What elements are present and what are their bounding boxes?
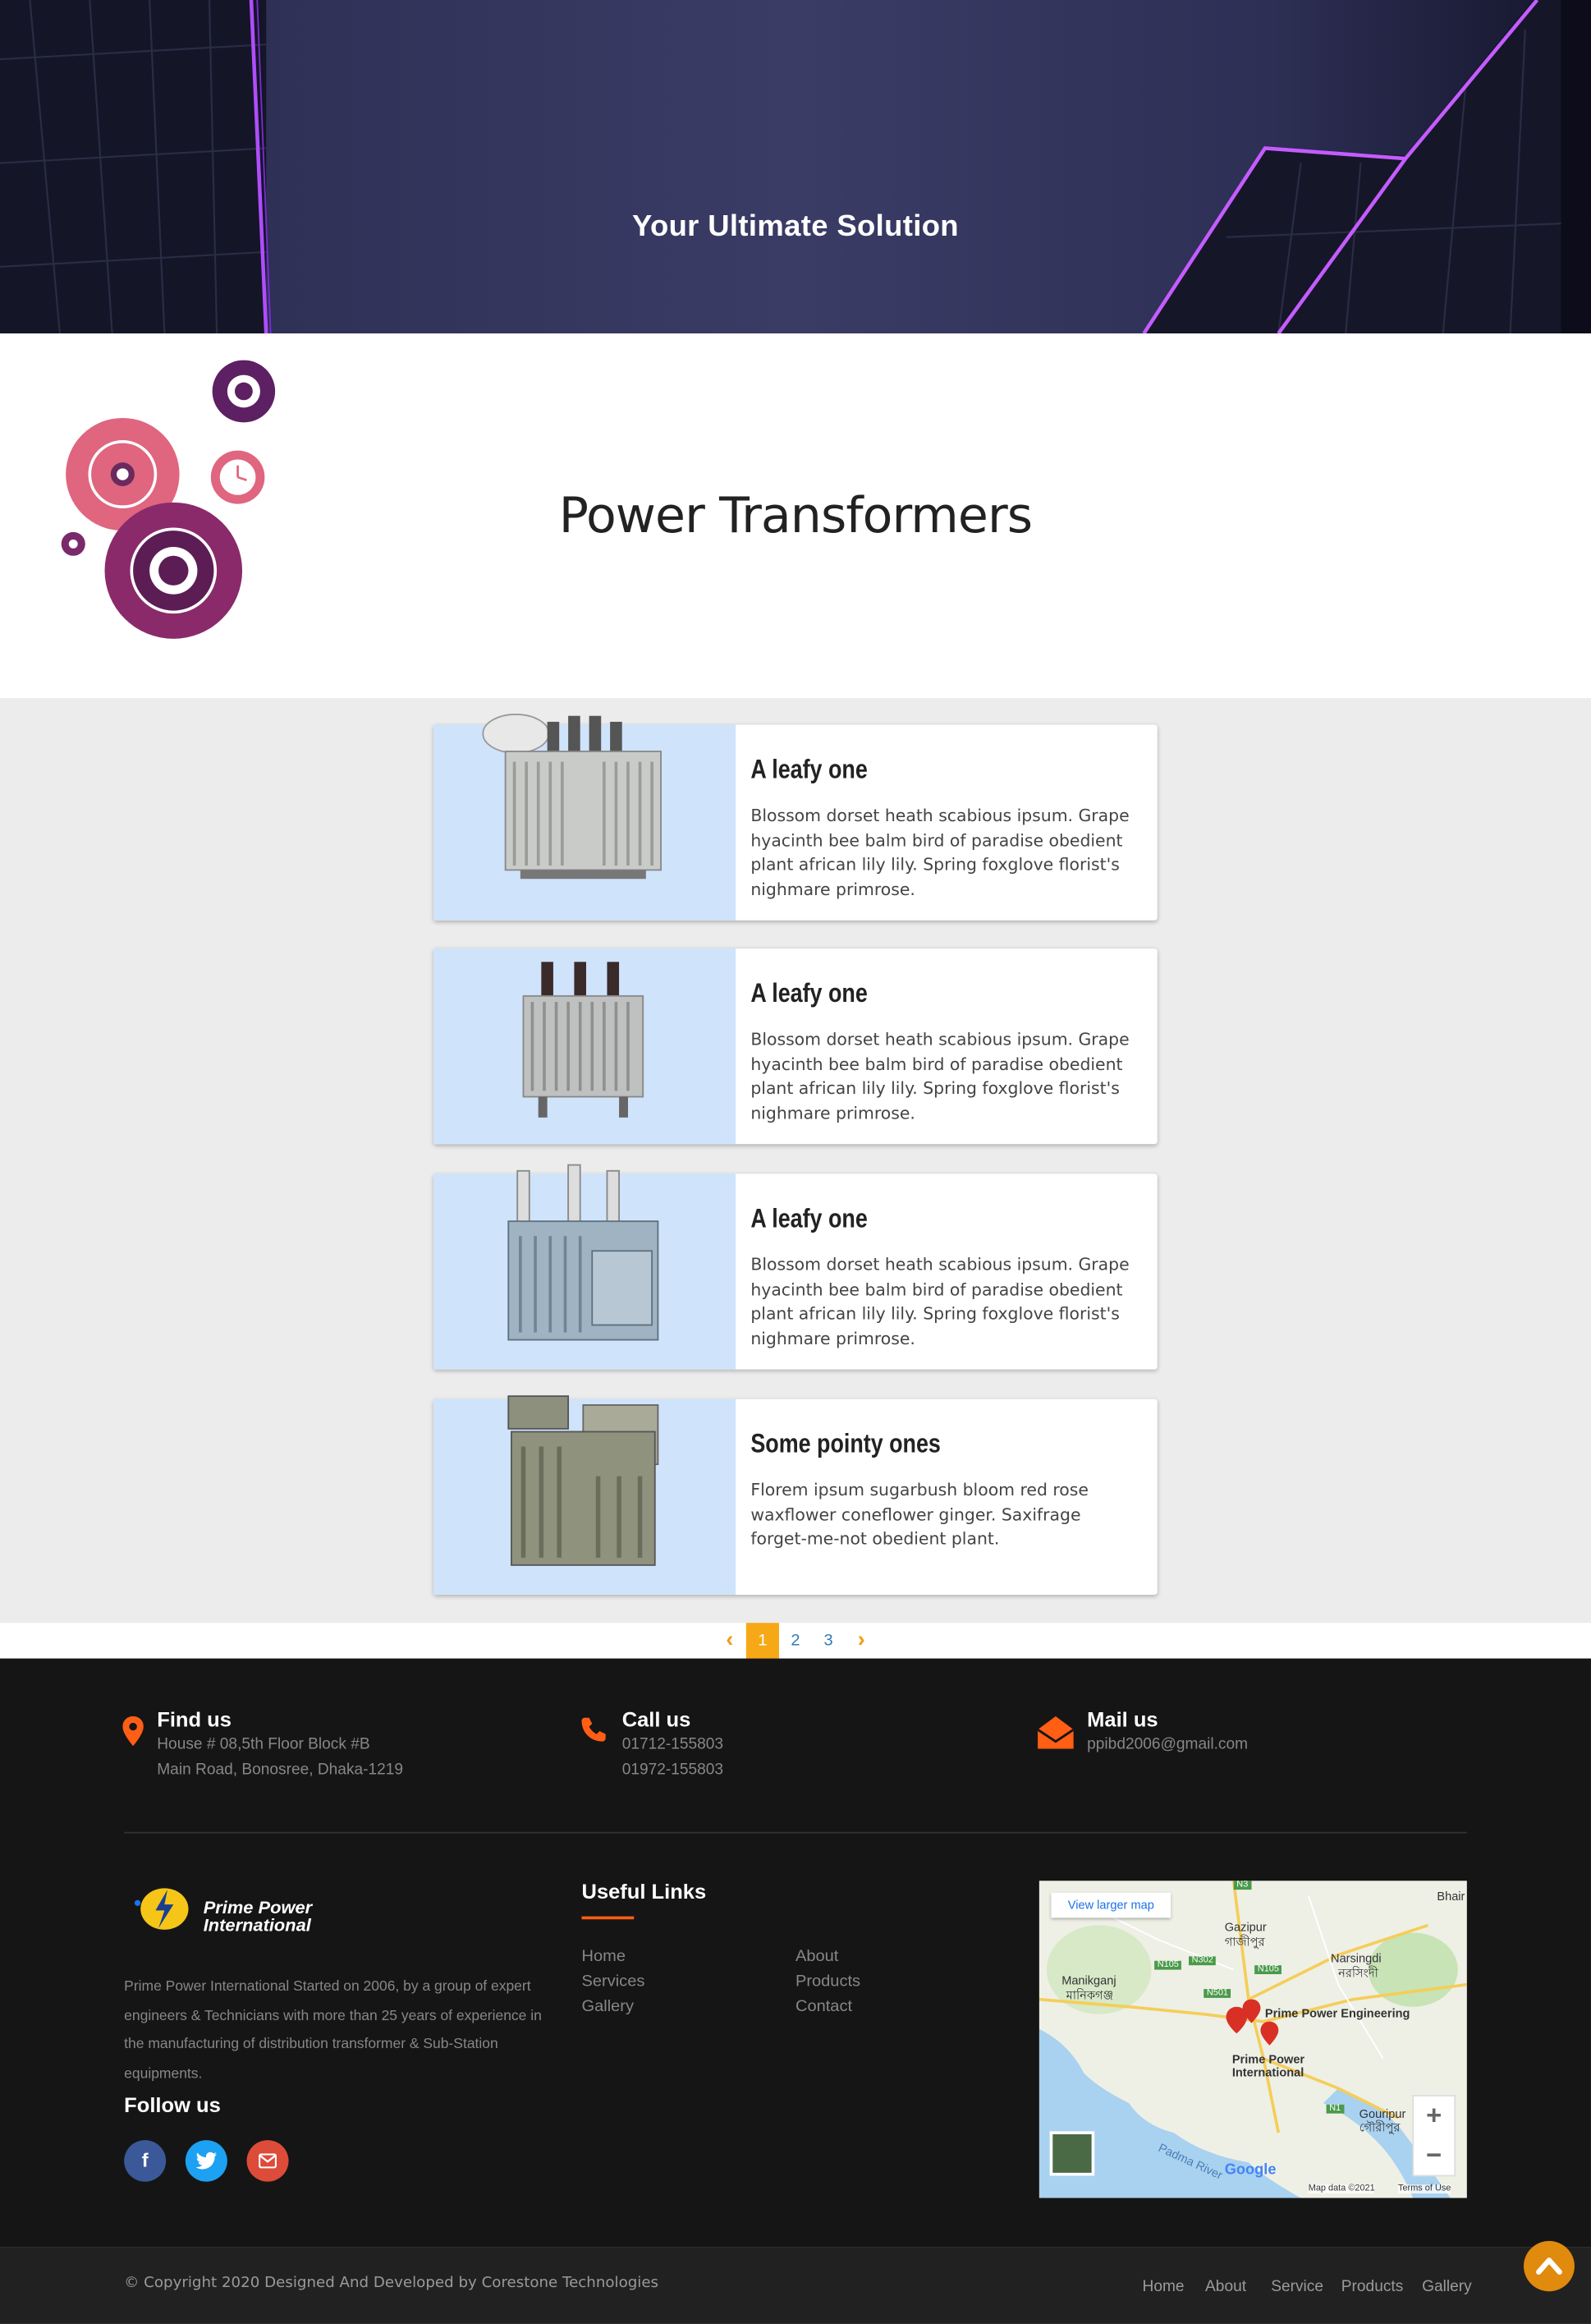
email-address[interactable]: ppibd2006@gmail.com (1087, 1735, 1248, 1753)
mail-us-title: Mail us (1087, 1707, 1158, 1732)
footer-link-gallery[interactable]: Gallery (582, 1998, 634, 2016)
map-marker-icon (122, 1715, 144, 1747)
chevron-up-icon (1536, 2257, 1562, 2275)
map-pin-label: Prime Power (1231, 2052, 1305, 2066)
road-badge: N302 (1189, 1956, 1217, 1966)
product-description: Florem ipsum sugarbush bloom red rose wa… (750, 1480, 1089, 1550)
footer-link-products[interactable]: Products (796, 1973, 860, 1991)
hero-banner: Your Ultimate Solution (0, 0, 1591, 334)
page-1-button[interactable]: 1 (745, 1623, 779, 1659)
product-description: Blossom dorset heath scabious ipsum. Gra… (750, 1255, 1130, 1349)
road-badge: N501 (1204, 1989, 1231, 1998)
product-card[interactable]: A leafy one Blossom dorset heath scabiou… (433, 714, 1158, 921)
google-map[interactable]: View larger map Gazipur গাজীপুর Narsingd… (1039, 1881, 1467, 2198)
logo-line-1: Prime Power (203, 1897, 313, 1918)
map-label: Manikganj (1061, 1973, 1116, 1988)
map-pin-label: Prime Power Engineering (1264, 2006, 1410, 2020)
map-label: Gazipur (1224, 1921, 1267, 1935)
title-band: Power Transformers (0, 333, 1591, 699)
twitter-button[interactable] (185, 2140, 227, 2182)
map-label: নরসিংদী (1338, 1966, 1378, 1981)
product-description: Blossom dorset heath scabious ipsum. Gra… (750, 1030, 1130, 1124)
envelope-open-icon (1038, 1715, 1074, 1749)
map-label: মানিকগঞ্জ (1066, 1989, 1114, 2003)
page-3-button[interactable]: 3 (812, 1623, 845, 1658)
hero-title: Your Ultimate Solution (631, 210, 959, 243)
page-title: Power Transformers (558, 485, 1033, 544)
phone-number-2[interactable]: 01972-155803 (622, 1761, 723, 1779)
map-label: গৌরীপুর (1359, 2120, 1401, 2134)
building-left-graphic (0, 0, 272, 334)
product-title: A leafy one (750, 1203, 868, 1233)
phone-icon (581, 1717, 606, 1742)
road-badge: N1 (1326, 2104, 1344, 2114)
map-attribution: Map data ©2021 (1308, 2184, 1375, 2194)
map-pin-label: International (1231, 2065, 1304, 2080)
envelope-icon (259, 2153, 277, 2169)
scroll-to-top-button[interactable] (1524, 2240, 1575, 2292)
company-about: Prime Power International Started on 200… (124, 1978, 542, 2082)
title-underline (581, 1916, 635, 1920)
next-page-button[interactable]: › (850, 1623, 873, 1658)
road-badge: N3 (1233, 1881, 1251, 1890)
twitter-icon (195, 2152, 218, 2170)
terms-link[interactable]: Terms of Use (1398, 2184, 1451, 2194)
find-us-title: Find us (157, 1707, 232, 1732)
page-2-button[interactable]: 2 (779, 1623, 812, 1658)
zoom-out-button[interactable]: − (1416, 2136, 1452, 2175)
google-logo: Google (1224, 2162, 1277, 2179)
building-right-graphic (1142, 0, 1591, 334)
map-label: গাজীপুর (1224, 1936, 1265, 1950)
map-label: Narsingdi (1331, 1951, 1382, 1966)
product-description: Blossom dorset heath scabious ipsum. Gra… (750, 806, 1130, 900)
logo-line-2: International (203, 1914, 311, 1936)
bottom-link-gallery[interactable]: Gallery (1422, 2278, 1472, 2296)
facebook-button[interactable]: f (124, 2140, 167, 2182)
product-image (433, 1164, 736, 1370)
view-larger-map-link[interactable]: View larger map (1051, 1892, 1171, 1918)
product-title: A leafy one (750, 754, 868, 784)
address-line-1: House # 08,5th Floor Block #B (157, 1735, 370, 1754)
road-badge: N105 (1154, 1960, 1182, 1970)
product-title: Some pointy ones (750, 1428, 941, 1458)
product-card[interactable]: A leafy one Blossom dorset heath scabiou… (433, 948, 1158, 1145)
bottom-link-service[interactable]: Service (1271, 2278, 1323, 2296)
useful-links-title: Useful Links (581, 1879, 707, 1904)
copyright-text: © Copyright 2020 Designed And Developed … (124, 2275, 659, 2292)
footer-divider (124, 1831, 1467, 1834)
email-button[interactable] (246, 2140, 289, 2182)
product-image (433, 948, 736, 1145)
footer-link-contact[interactable]: Contact (796, 1998, 852, 2016)
bottom-link-products[interactable]: Products (1341, 2278, 1403, 2296)
product-card[interactable]: A leafy one Blossom dorset heath scabiou… (433, 1164, 1158, 1370)
zoom-in-button[interactable]: + (1416, 2096, 1452, 2134)
footer-link-about[interactable]: About (796, 1948, 838, 1966)
facebook-icon: f (141, 2148, 149, 2172)
phone-number-1[interactable]: 01712-155803 (622, 1735, 723, 1753)
product-image (433, 714, 736, 921)
logo-icon[interactable] (131, 1885, 194, 1933)
call-us-title: Call us (621, 1707, 691, 1732)
product-image (433, 1395, 736, 1595)
footer-link-services[interactable]: Services (582, 1973, 645, 1991)
bottom-link-about[interactable]: About (1205, 2278, 1246, 2296)
footer-link-home[interactable]: Home (582, 1948, 626, 1966)
bottom-link-home[interactable]: Home (1143, 2278, 1185, 2296)
map-label: Bhair (1437, 1890, 1465, 1904)
pagination: ‹ 1 2 3 › (0, 1623, 1591, 1659)
logo-text: Prime Power International (204, 1899, 312, 1934)
address-line-2: Main Road, Bonosree, Dhaka-1219 (157, 1761, 404, 1779)
prev-page-button[interactable]: ‹ (718, 1623, 741, 1658)
product-card[interactable]: Some pointy ones Florem ipsum sugarbush … (433, 1395, 1158, 1595)
road-badge: N105 (1254, 1965, 1282, 1974)
product-title: A leafy one (750, 978, 868, 1008)
follow-us-title: Follow us (124, 2092, 221, 2117)
